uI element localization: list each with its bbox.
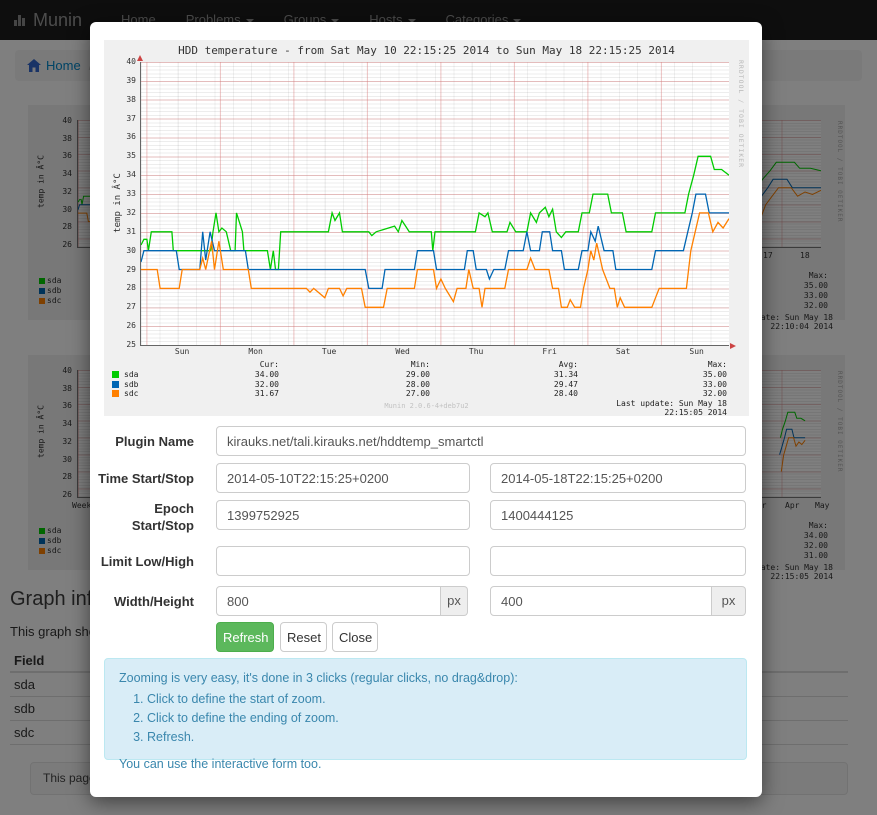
close-button[interactable]: Close bbox=[332, 622, 378, 652]
width-height-label: Width/Height bbox=[90, 593, 194, 610]
time-start-stop-label: Time Start/Stop bbox=[90, 470, 194, 487]
legend-value: 33.00 bbox=[577, 380, 727, 389]
epoch-start-input[interactable] bbox=[216, 500, 470, 530]
x-axis-tick: Sun bbox=[683, 347, 711, 356]
legend-value: 29.47 bbox=[428, 380, 578, 389]
legend-column-header: Avg: bbox=[428, 360, 578, 369]
legend-value: 28.40 bbox=[428, 389, 578, 398]
zoom-help-box: Zooming is very easy, it's done in 3 cli… bbox=[104, 658, 747, 760]
epoch-start-stop-label: Epoch Start/Stop bbox=[90, 500, 194, 534]
epoch-row: Epoch Start/Stop bbox=[90, 500, 762, 530]
legend-color-swatch bbox=[112, 381, 119, 388]
x-axis-tick: Wed bbox=[389, 347, 417, 356]
hdd-temperature-graph[interactable]: HDD temperature - from Sat May 10 22:15:… bbox=[104, 40, 749, 416]
legend-value: 31.34 bbox=[428, 370, 578, 379]
zoom-help-step: Click to define the ending of zoom. bbox=[147, 709, 732, 727]
legend-value: 32.00 bbox=[129, 380, 279, 389]
legend-color-swatch bbox=[112, 371, 119, 378]
plugin-name-input[interactable] bbox=[216, 426, 746, 456]
x-axis-tick: Tue bbox=[315, 347, 343, 356]
epoch-stop-input[interactable] bbox=[490, 500, 746, 530]
legend-value: 28.00 bbox=[280, 380, 430, 389]
legend-value: 27.00 bbox=[280, 389, 430, 398]
height-unit-addon: px bbox=[712, 586, 746, 616]
zoom-help-step: Click to define the start of zoom. bbox=[147, 690, 732, 708]
width-unit-addon: px bbox=[441, 586, 468, 616]
legend-value: 35.00 bbox=[577, 370, 727, 379]
legend-value: 29.00 bbox=[280, 370, 430, 379]
legend-column-header: Cur: bbox=[129, 360, 279, 369]
time-start-input[interactable] bbox=[216, 463, 470, 493]
limit-high-input[interactable] bbox=[490, 546, 746, 576]
zoom-modal: HDD temperature - from Sat May 10 22:15:… bbox=[90, 22, 762, 797]
zoom-help-intro: Zooming is very easy, it's done in 3 cli… bbox=[119, 669, 732, 687]
time-row: Time Start/Stop bbox=[90, 463, 762, 493]
refresh-button[interactable]: Refresh bbox=[216, 622, 274, 652]
buttons-row: Refresh Reset Close bbox=[90, 622, 762, 652]
zoom-help-outro: You can use the interactive form too. bbox=[119, 755, 732, 773]
munin-version: Munin 2.0.6-4+deb7u2 bbox=[104, 402, 749, 410]
limit-row: Limit Low/High bbox=[90, 546, 762, 576]
height-input[interactable] bbox=[490, 586, 712, 616]
zoom-help-steps: Click to define the start of zoom.Click … bbox=[147, 690, 732, 746]
x-axis-tick: Mon bbox=[242, 347, 270, 356]
x-axis-tick: Sat bbox=[609, 347, 637, 356]
legend-color-swatch bbox=[112, 390, 119, 397]
x-axis-tick: Sun bbox=[168, 347, 196, 356]
legend-column-header: Min: bbox=[280, 360, 430, 369]
legend-value: 34.00 bbox=[129, 370, 279, 379]
legend-value: 32.00 bbox=[577, 389, 727, 398]
reset-button[interactable]: Reset bbox=[280, 622, 327, 652]
zoom-help-step: Refresh. bbox=[147, 728, 732, 746]
limit-low-input[interactable] bbox=[216, 546, 470, 576]
plugin-name-label: Plugin Name bbox=[90, 433, 194, 450]
legend-value: 31.67 bbox=[129, 389, 279, 398]
legend-column-header: Max: bbox=[577, 360, 727, 369]
plugin-name-row: Plugin Name bbox=[90, 426, 762, 456]
time-stop-input[interactable] bbox=[490, 463, 746, 493]
x-axis-tick: Fri bbox=[536, 347, 564, 356]
x-axis-tick: Thu bbox=[462, 347, 490, 356]
limit-low-high-label: Limit Low/High bbox=[90, 553, 194, 570]
width-input[interactable] bbox=[216, 586, 441, 616]
size-row: Width/Height px px bbox=[90, 586, 762, 616]
